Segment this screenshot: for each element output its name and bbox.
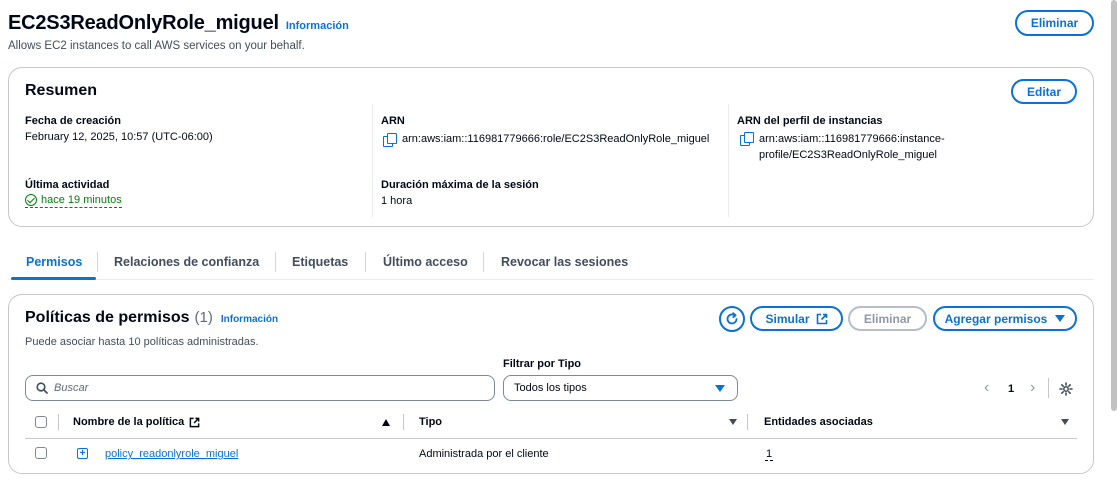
permissions-subtitle: Puede asociar hasta 10 políticas adminis… <box>25 336 259 348</box>
arn-row: arn:aws:iam::116981779666:role/EC2S3Read… <box>383 131 709 147</box>
remove-policy-button[interactable]: Eliminar <box>848 306 927 331</box>
refresh-button[interactable] <box>719 306 745 332</box>
pagination-divider <box>1048 378 1049 398</box>
delete-role-button[interactable]: Eliminar <box>1015 10 1094 36</box>
role-description: Allows EC2 instances to call AWS service… <box>8 40 305 52</box>
summary-divider <box>728 104 729 217</box>
expand-icon[interactable]: + <box>77 448 88 459</box>
external-link-icon <box>816 313 827 324</box>
column-header-type[interactable]: Tipo <box>419 416 442 428</box>
header-info-link[interactable]: Información <box>286 20 349 32</box>
caret-down-icon <box>1055 315 1066 322</box>
previous-page-icon[interactable]: ‹ <box>984 380 989 396</box>
caret-down-icon <box>715 384 725 392</box>
page-scrollbar[interactable] <box>1111 0 1117 411</box>
summary-title: Resumen <box>25 82 98 99</box>
search-icon <box>36 382 48 394</box>
tabs-baseline <box>8 279 1094 280</box>
edit-label: Editar <box>1026 84 1061 99</box>
instance-profile-line1: arn:aws:iam::116981779666:instance- <box>759 133 945 145</box>
tab-separator <box>483 252 484 272</box>
remove-policy-label: Eliminar <box>863 311 912 326</box>
column-separator <box>403 414 404 430</box>
refresh-icon <box>726 312 738 325</box>
settings-icon[interactable] <box>1059 382 1073 396</box>
created-value: February 12, 2025, 10:57 (UTC-06:00) <box>25 131 213 143</box>
policy-type-cell: Administrada por el cliente <box>419 448 549 460</box>
table-header-divider <box>25 438 1077 439</box>
delete-role-label: Eliminar <box>1030 16 1079 30</box>
filter-type-label: Filtrar por Tipo <box>503 358 582 370</box>
summary-divider <box>372 104 373 217</box>
arn-value: arn:aws:iam::116981779666:role/EC2S3Read… <box>402 133 710 145</box>
search-input[interactable]: Buscar <box>25 375 495 401</box>
next-page-icon[interactable]: › <box>1030 380 1035 396</box>
column-header-entities[interactable]: Entidades asociadas <box>764 416 873 428</box>
column-header-policy-name[interactable]: Nombre de la política <box>73 416 200 428</box>
type-filter-select[interactable]: Todos los tipos <box>503 375 738 401</box>
max-session-value: 1 hora <box>381 195 413 207</box>
current-page[interactable]: 1 <box>1008 383 1014 395</box>
sort-icon[interactable] <box>729 419 737 425</box>
permissions-info-link[interactable]: Información <box>221 314 278 325</box>
column-separator <box>58 414 59 430</box>
type-filter-value: Todos los tipos <box>514 382 587 394</box>
tab-revocar-las-sesiones[interactable]: Revocar las sesiones <box>501 253 628 271</box>
policy-name-link[interactable]: policy_readonlyrole_miguel <box>105 448 238 460</box>
sort-ascending-icon[interactable] <box>382 419 390 426</box>
attached-entities-count[interactable]: 1 <box>765 448 774 461</box>
page-header: EC2S3ReadOnlyRole_miguel Información <box>8 12 349 35</box>
simulate-label: Simular <box>765 311 810 326</box>
column-separator <box>747 414 748 430</box>
created-label: Fecha de creación <box>25 115 121 127</box>
last-activity-label: Última actividad <box>25 179 110 191</box>
page-title: EC2S3ReadOnlyRole_miguel <box>8 12 279 34</box>
search-placeholder: Buscar <box>54 382 89 394</box>
instance-profile-row: arn:aws:iam::116981779666:instance- prof… <box>740 131 945 163</box>
column-header-label: Nombre de la política <box>73 416 185 428</box>
active-tab-indicator <box>11 277 96 280</box>
edit-button[interactable]: Editar <box>1011 79 1077 104</box>
tab-permisos[interactable]: Permisos <box>26 253 82 271</box>
tab-separator <box>365 252 366 272</box>
max-session-label: Duración máxima de la sesión <box>381 179 539 191</box>
add-permissions-label: Agregar permisos <box>944 311 1048 326</box>
last-activity-value[interactable]: hace 19 minutos <box>25 194 122 208</box>
row-checkbox[interactable] <box>35 447 47 459</box>
permissions-title: Políticas de permisos <box>25 309 190 326</box>
instance-profile-line2: profile/EC2S3ReadOnlyRole_miguel <box>759 149 937 161</box>
permissions-count: (1) <box>194 309 213 326</box>
instance-profile-label: ARN del perfil de instancias <box>737 115 883 127</box>
tab-relaciones-de-confianza[interactable]: Relaciones de confianza <box>114 253 259 271</box>
add-permissions-button[interactable]: Agregar permisos <box>933 306 1077 331</box>
check-circle-icon <box>25 194 37 206</box>
external-link-icon <box>189 417 200 427</box>
tab-etiquetas[interactable]: Etiquetas <box>292 253 348 271</box>
copy-icon[interactable] <box>383 132 397 147</box>
last-activity-text: hace 19 minutos <box>41 194 122 206</box>
permissions-header: Políticas de permisos (1) Información <box>25 309 278 327</box>
select-all-checkbox[interactable] <box>35 416 47 428</box>
tab-ultimo-acceso[interactable]: Último acceso <box>383 253 468 271</box>
copy-icon[interactable] <box>740 132 754 146</box>
arn-label: ARN <box>381 115 405 127</box>
sort-icon[interactable] <box>1061 419 1069 425</box>
tab-separator <box>275 252 276 272</box>
simulate-button[interactable]: Simular <box>750 306 843 331</box>
tab-separator <box>97 252 98 272</box>
